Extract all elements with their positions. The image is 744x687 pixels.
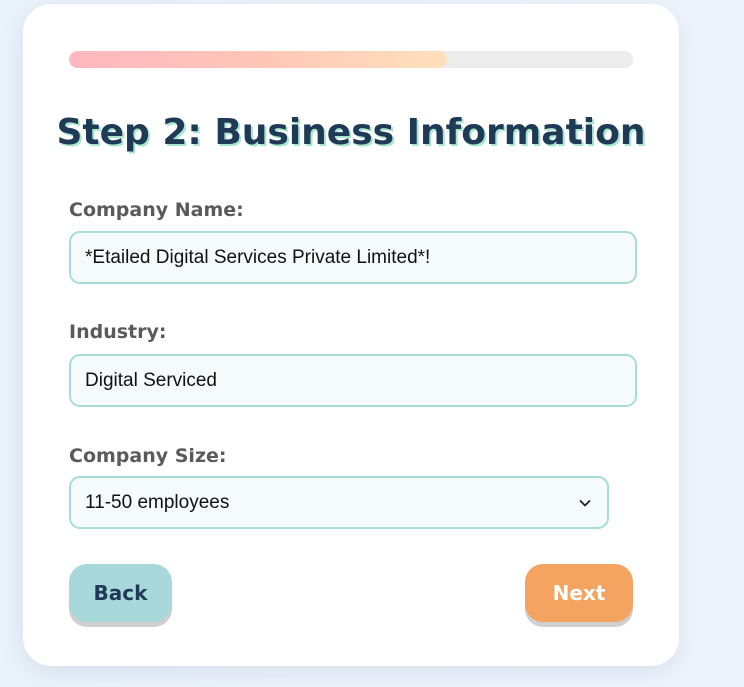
company-name-input[interactable]: [69, 231, 637, 284]
industry-input[interactable]: [69, 354, 637, 407]
company-name-label: Company Name:: [69, 199, 244, 221]
chevron-down-icon: [579, 499, 591, 506]
progress-bar: [69, 51, 633, 68]
progress-bar-fill: [69, 51, 447, 68]
company-size-label: Company Size:: [69, 445, 227, 467]
next-button[interactable]: Next: [525, 564, 633, 622]
back-button[interactable]: Back: [69, 564, 172, 622]
industry-label: Industry:: [69, 321, 167, 343]
page-title: Step 2: Business Information: [56, 112, 646, 153]
company-size-selected-value: 11-50 employees: [85, 491, 230, 513]
form-card: Step 2: Business Information Company Nam…: [23, 4, 679, 666]
company-size-select[interactable]: 11-50 employees: [69, 476, 609, 529]
